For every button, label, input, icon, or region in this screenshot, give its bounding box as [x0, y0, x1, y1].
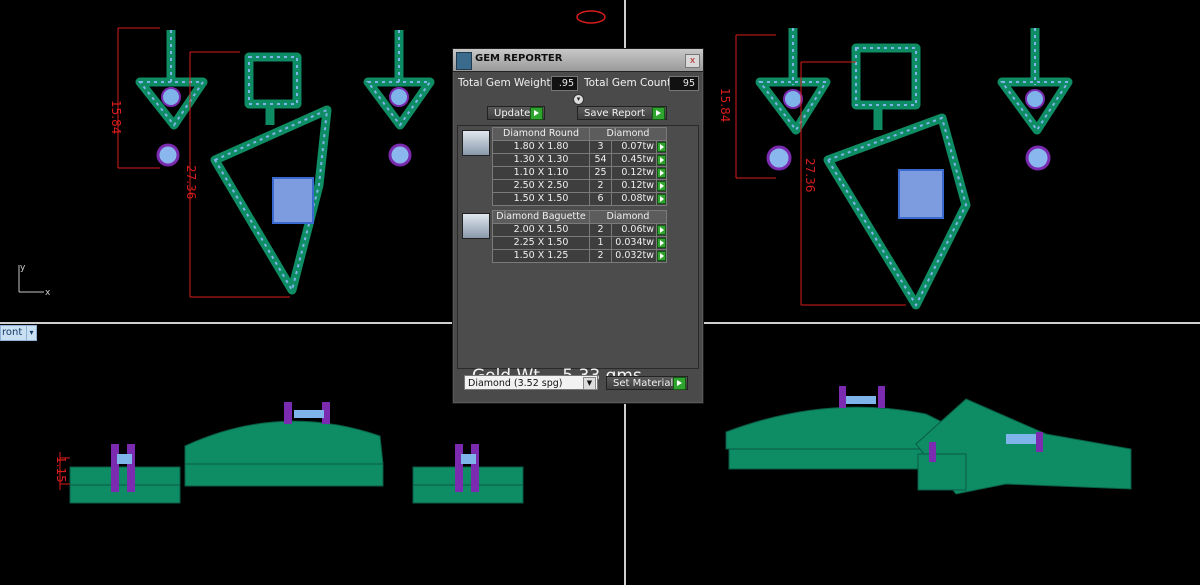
total-gem-weight-value: .95 — [551, 76, 578, 91]
gem-weight: 0.034tw — [611, 236, 657, 250]
select-gems-button[interactable] — [657, 238, 666, 248]
total-gem-count-value: 95 — [669, 76, 699, 91]
gem-size: 1.80 X 1.80 — [492, 140, 590, 154]
viewport-perspective[interactable] — [626, 324, 1200, 585]
table-row: 2.00 X 1.50 2 0.06tw — [492, 223, 667, 237]
dimension-height-earring-persp: 15.84 — [718, 88, 732, 122]
gem-count: 3 — [589, 140, 612, 154]
select-gems-button[interactable] — [657, 251, 666, 261]
gem-size: 1.30 X 1.30 — [492, 153, 590, 167]
gem-count: 2 — [589, 223, 612, 237]
table-row: 1.30 X 1.30 54 0.45tw — [492, 153, 667, 167]
perspective-drawing — [725, 386, 1132, 495]
round-diamond-icon — [462, 130, 490, 156]
gem-reporter-titlebar[interactable]: GEM REPORTER x — [453, 49, 703, 72]
group-material: Diamond — [589, 210, 667, 224]
select-gems-button[interactable] — [657, 142, 666, 152]
dimension-height-earring: 15.84 — [109, 100, 123, 134]
gem-reporter-app-icon — [456, 52, 472, 70]
collapse-toggle-icon[interactable]: ▾ — [573, 94, 584, 105]
dimension-height-pendant-persp: 27.36 — [803, 158, 817, 192]
gem-count: 25 — [589, 166, 612, 180]
group-name: Diamond Round — [492, 127, 590, 141]
table-row: 1.80 X 1.80 3 0.07tw — [492, 140, 667, 154]
viewport-perspective-top[interactable]: 15.84 27.36 — [626, 0, 1200, 322]
table-row: 2.50 X 2.50 2 0.12tw — [492, 179, 667, 193]
gem-reporter-panel: GEM REPORTER x Total Gem Weight .95 Tota… — [452, 48, 704, 404]
front-earring-left — [69, 466, 181, 486]
gem-weight: 0.12tw — [611, 166, 657, 180]
table-row: 2.25 X 1.50 1 0.034tw — [492, 236, 667, 250]
group-material: Diamond — [589, 127, 667, 141]
table-row: 1.10 X 1.10 25 0.12tw — [492, 166, 667, 180]
gem-size: 2.50 X 2.50 — [492, 179, 590, 193]
total-gem-count-label: Total Gem Count — [584, 77, 672, 89]
total-gem-weight-label: Total Gem Weight — [458, 77, 551, 89]
save-report-run-icon — [652, 107, 665, 120]
table-row: 1.50 X 1.25 2 0.032tw — [492, 249, 667, 263]
viewport-menu-dropdown[interactable]: ▾ — [26, 325, 37, 341]
select-gems-button[interactable] — [657, 181, 666, 191]
select-gems-button[interactable] — [657, 155, 666, 165]
update-button[interactable]: Update — [487, 106, 545, 120]
group-name: Diamond Baguette — [492, 210, 590, 224]
material-select-value: Diamond (3.52 spg) — [468, 378, 563, 389]
gem-size: 1.50 X 1.50 — [492, 192, 590, 206]
pendant-top-square — [244, 52, 302, 109]
front-earring-right — [412, 466, 524, 486]
dimension-thickness: 1.15 — [54, 456, 68, 483]
set-material-button[interactable]: Set Material — [606, 376, 688, 390]
gem-count: 54 — [589, 153, 612, 167]
gem-count: 2 — [589, 179, 612, 193]
axis-x-label: x — [45, 288, 51, 298]
select-gems-button[interactable] — [657, 168, 666, 178]
perspective-top-drawing: 15.84 27.36 — [718, 28, 1073, 310]
front-pendant — [184, 420, 384, 465]
table-row: 1.50 X 1.50 6 0.08tw — [492, 192, 667, 206]
cursor-marker — [576, 10, 606, 24]
close-button[interactable]: x — [685, 54, 700, 68]
gem-weight: 0.06tw — [611, 223, 657, 237]
select-gems-button[interactable] — [657, 225, 666, 235]
gem-size: 2.00 X 1.50 — [492, 223, 590, 237]
gem-reporter-title: GEM REPORTER — [475, 53, 563, 64]
save-report-button[interactable]: Save Report — [577, 106, 667, 120]
gem-weight: 0.08tw — [611, 192, 657, 206]
gem-size: 1.10 X 1.10 — [492, 166, 590, 180]
gem-list-container: Diamond Round Diamond 1.80 X 1.80 3 0.07… — [457, 125, 699, 386]
select-gems-button[interactable] — [657, 194, 666, 204]
diamond-baguette-table: Diamond Baguette Diamond 2.00 X 1.50 2 0… — [492, 210, 667, 263]
baguette-diamond-icon — [462, 213, 490, 239]
diamond-round-table: Diamond Round Diamond 1.80 X 1.80 3 0.07… — [492, 127, 667, 206]
viewport-name-label[interactable]: ront — [0, 325, 28, 341]
gem-count: 1 — [589, 236, 612, 250]
dimension-lines — [117, 27, 290, 298]
chevron-down-icon[interactable]: ▼ — [583, 377, 596, 390]
update-button-label: Update — [494, 108, 531, 119]
axis-y-label: y — [20, 263, 26, 273]
gem-weight: 0.07tw — [611, 140, 657, 154]
set-material-button-label: Set Material — [613, 378, 674, 389]
gem-count: 2 — [589, 249, 612, 263]
material-select[interactable]: Diamond (3.52 spg) ▼ — [464, 375, 598, 390]
gem-count: 6 — [589, 192, 612, 206]
gem-size: 1.50 X 1.25 — [492, 249, 590, 263]
set-material-run-icon — [673, 377, 686, 390]
gem-weight: 0.45tw — [611, 153, 657, 167]
gem-weight: 0.12tw — [611, 179, 657, 193]
gem-weight: 0.032tw — [611, 249, 657, 263]
update-run-icon — [530, 107, 543, 120]
save-report-button-label: Save Report — [584, 108, 645, 119]
gem-size: 2.25 X 1.50 — [492, 236, 590, 250]
dimension-height-pendant: 27.36 — [184, 165, 198, 199]
